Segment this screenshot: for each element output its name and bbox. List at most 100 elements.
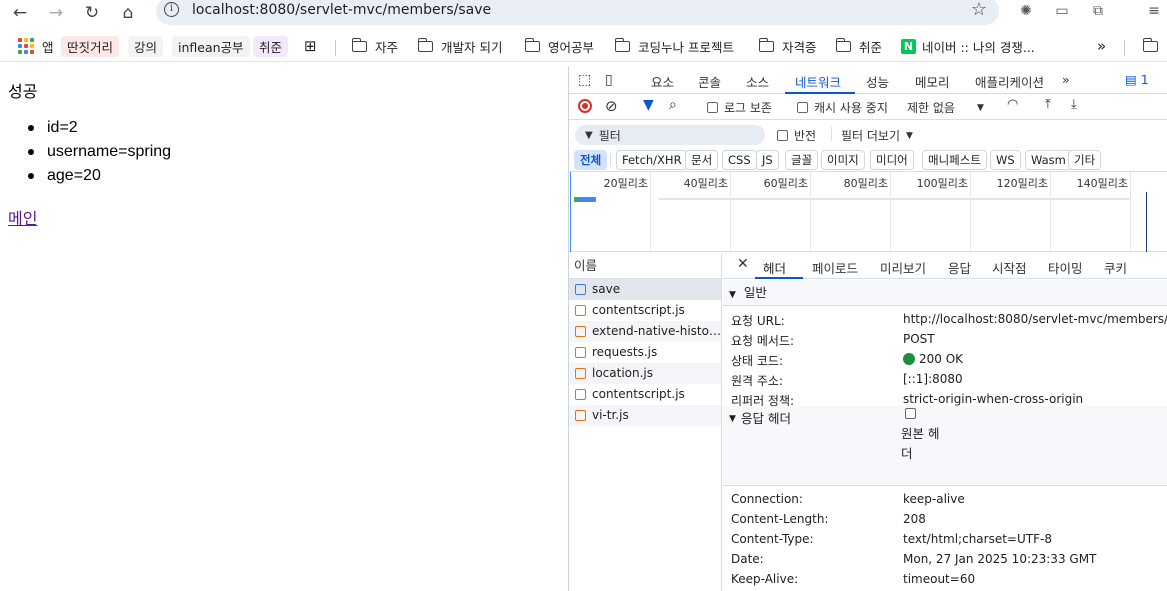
search-icon[interactable]: ⌕ [669, 97, 677, 113]
type-filter-chip[interactable]: Fetch/XHR [616, 150, 688, 170]
script-icon [575, 305, 586, 316]
bookmark-folder-cert[interactable]: 자격증 [758, 36, 817, 56]
device-toggle-icon[interactable]: ▯ [605, 72, 613, 88]
tab-network[interactable]: 네트워크 [795, 72, 841, 91]
more-filters-dropdown[interactable]: 필터 더보기 ▼ [841, 127, 913, 144]
invert-checkbox[interactable]: 반전 [777, 127, 816, 144]
bookmark-ddanjit[interactable]: 딴짓거리 [61, 35, 120, 57]
tab-groups-icon[interactable]: ⊞ [304, 36, 317, 56]
type-filter-chip[interactable]: 글꼴 [785, 150, 819, 170]
reload-icon[interactable]: ↻ [80, 2, 104, 24]
export-har-icon[interactable]: ⤓ [1071, 97, 1077, 112]
type-filter-chip[interactable]: 이미지 [821, 150, 865, 170]
filter-input[interactable]: ▼ 필터 [575, 125, 765, 145]
tab-payload[interactable]: 페이로드 [812, 258, 858, 277]
name-column-header[interactable]: 이름 [569, 253, 721, 279]
tab-cookies[interactable]: 쿠키 [1104, 258, 1127, 277]
bookmark-separator [335, 40, 336, 56]
request-row[interactable]: save [569, 279, 721, 300]
bookmark-lecture[interactable]: 강의 [128, 35, 164, 57]
tab-console[interactable]: 콘솔 [698, 72, 721, 91]
close-icon[interactable]: ✕ [737, 256, 749, 272]
inspect-element-icon[interactable]: ⬚ [578, 72, 591, 88]
filter-row: ▼ 필터 반전 필터 더보기 ▼ [569, 120, 1167, 148]
tab-application[interactable]: 애플리케이션 [975, 72, 1044, 91]
issues-badge[interactable]: ▤ 1 [1125, 72, 1149, 87]
back-arrow-icon[interactable]: ← [8, 2, 32, 24]
request-row[interactable]: requests.js [569, 342, 721, 363]
bookmark-folder-english[interactable]: 영어공부 [524, 36, 595, 56]
tab-performance[interactable]: 성능 [866, 72, 889, 91]
forward-arrow-icon[interactable]: → [44, 2, 68, 24]
tab-initiator[interactable]: 시작점 [992, 258, 1027, 277]
bookmark-label: 영어공부 [548, 39, 595, 55]
bookmark-apps[interactable]: 앱 [18, 36, 54, 56]
bookmark-label: 취준 [253, 35, 289, 57]
timeline-gridline [650, 172, 651, 252]
filter-placeholder: 필터 [598, 128, 621, 143]
more-tabs-icon[interactable]: » [1062, 72, 1070, 87]
request-row[interactable]: vi-tr.js [569, 405, 721, 426]
raw-headers-checkbox[interactable] [905, 408, 916, 419]
type-filter-chip[interactable]: 전체 [574, 150, 608, 170]
tab-timing[interactable]: 타이밍 [1048, 258, 1083, 277]
bookmark-star-icon[interactable]: ☆ [971, 0, 987, 20]
clear-icon[interactable]: ⊘ [605, 97, 618, 115]
general-section-header[interactable]: ▼ 일반 [723, 280, 1167, 306]
tab-preview[interactable]: 미리보기 [880, 258, 926, 277]
request-row[interactable]: location.js [569, 363, 721, 384]
url-text[interactable]: localhost:8080/servlet-mvc/members/save [192, 2, 491, 18]
request-row[interactable]: contentscript.js [569, 300, 721, 321]
tab-sources[interactable]: 소스 [746, 72, 769, 91]
type-filter-chip[interactable]: 기타 [1068, 150, 1102, 170]
page-title: 성공 [8, 84, 38, 101]
reading-list-icon[interactable]: ≡ [1144, 1, 1164, 21]
timeline-tick-label: 120밀리초 [996, 177, 1048, 190]
bookmark-naver[interactable]: N 네이버 :: 나의 경쟁... [901, 36, 1035, 56]
bookmark-folder-chwijun[interactable]: 취준 [835, 36, 882, 56]
address-bar[interactable]: i localhost:8080/servlet-mvc/members/sav… [156, 0, 999, 25]
tab-memory[interactable]: 메모리 [915, 72, 950, 91]
script-icon [575, 368, 586, 379]
main-link[interactable]: 메인 [8, 205, 37, 229]
response-headers-section-header[interactable]: ▼ 응답 헤더 원본 헤 더 [723, 406, 1167, 486]
bookmark-inflean[interactable]: inflean공부 [172, 35, 250, 57]
tab-headers[interactable]: 헤더 [763, 258, 786, 277]
all-bookmarks-folder-icon[interactable] [1142, 36, 1166, 56]
timeline-gridline [810, 172, 811, 252]
throttling-select[interactable]: 제한 없음 ▼ [907, 99, 984, 116]
extension-puzzle-icon[interactable]: ✺ [1016, 1, 1036, 21]
preserve-log-checkbox[interactable]: 로그 보존 [707, 99, 772, 116]
timeline-gridline [890, 172, 891, 252]
timeline-track [659, 198, 1129, 200]
tab-response[interactable]: 응답 [948, 258, 971, 277]
type-filter-chip[interactable]: 매니페스트 [922, 150, 987, 170]
type-filter-chip[interactable]: 미디어 [870, 150, 914, 170]
more-bookmarks-chevron-icon[interactable]: » [1097, 36, 1106, 56]
request-row[interactable]: extend-native-history... [569, 321, 721, 342]
request-row[interactable]: contentscript.js [569, 384, 721, 405]
type-filter-chip[interactable]: WS [990, 150, 1021, 170]
cast-icon[interactable]: ▭ [1052, 1, 1072, 21]
extensions-icon[interactable]: ⧉ [1088, 1, 1108, 21]
home-icon[interactable]: ⌂ [116, 2, 140, 24]
bookmark-folder-jaju[interactable]: 자주 [351, 36, 398, 56]
site-info-icon[interactable]: i [164, 2, 179, 17]
import-har-icon[interactable]: ⤒ [1045, 97, 1051, 112]
filter-funnel-icon[interactable]: ▼ [643, 97, 654, 113]
bookmark-folder-dev[interactable]: 개발자 되기 [417, 36, 502, 56]
disable-cache-label: 캐시 사용 중지 [814, 101, 888, 115]
network-conditions-icon[interactable]: ◠ [1007, 97, 1018, 112]
tab-elements[interactable]: 요소 [651, 72, 674, 91]
type-filter-chip[interactable]: JS [756, 150, 779, 170]
type-filter-chip[interactable]: 문서 [685, 150, 719, 170]
bookmark-label: inflean공부 [172, 35, 250, 57]
header-key: 원격 주소: [731, 374, 784, 388]
type-filter-chip[interactable]: CSS [722, 150, 757, 170]
disable-cache-checkbox[interactable]: 캐시 사용 중지 [797, 99, 888, 116]
bookmark-chwijun-tag[interactable]: 취준 [253, 35, 289, 57]
timeline-gridline [1050, 172, 1051, 252]
type-filter-chip[interactable]: Wasm [1025, 150, 1072, 170]
bookmark-folder-coding-noona[interactable]: 코딩누나 프로젝트 [614, 36, 734, 56]
record-icon[interactable] [578, 99, 592, 113]
